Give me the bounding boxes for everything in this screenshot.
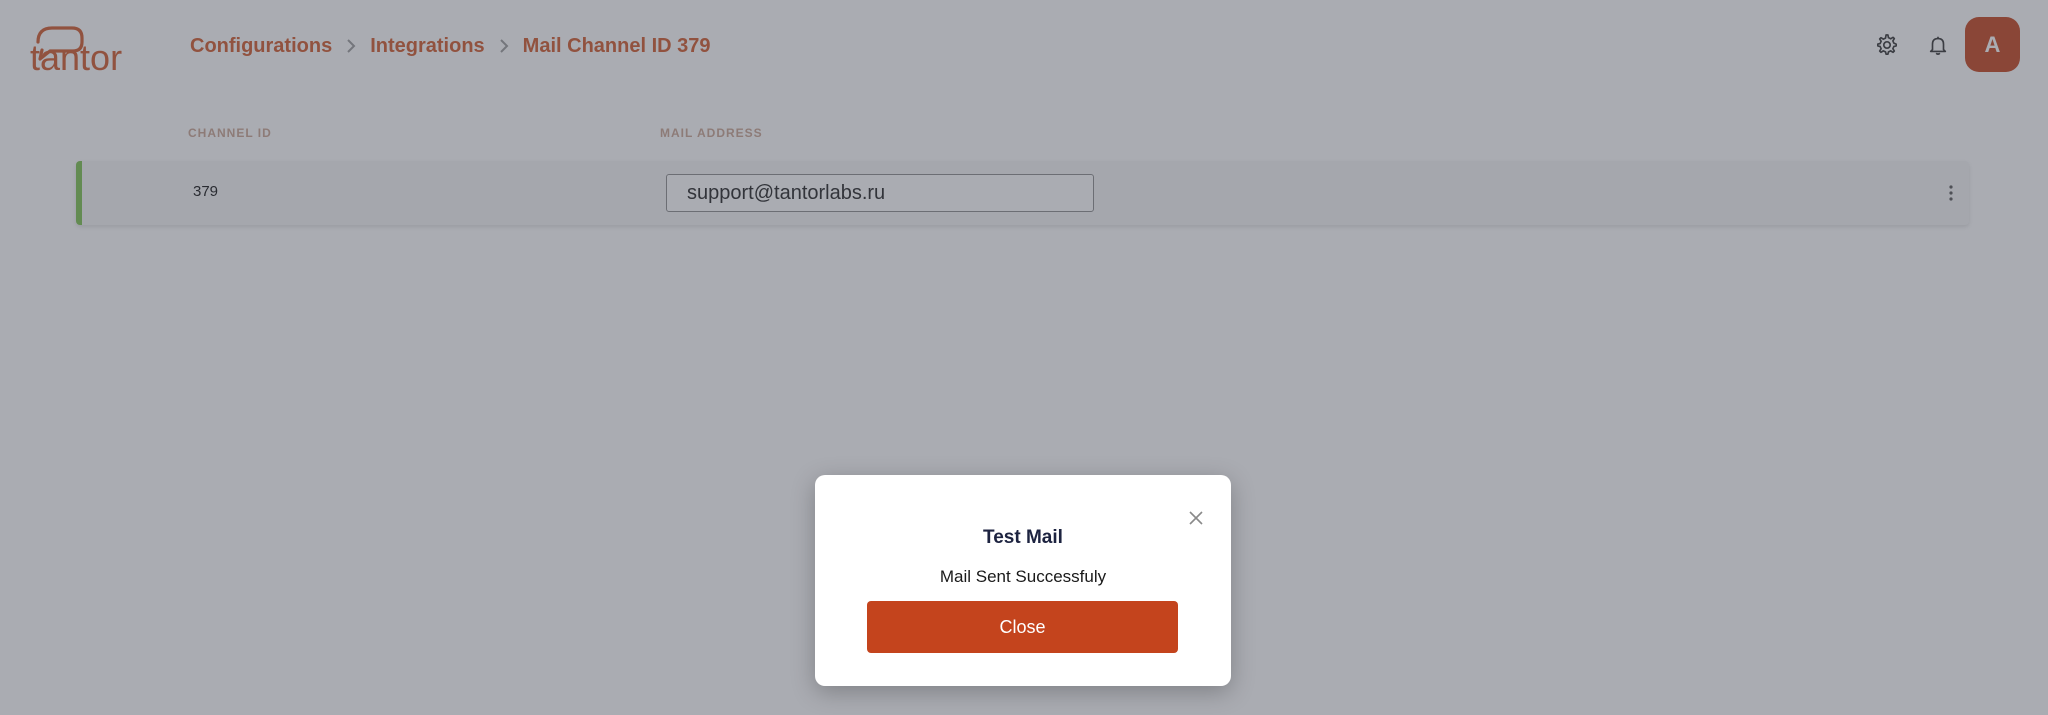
- close-icon[interactable]: [1185, 507, 1207, 529]
- test-mail-dialog: Test Mail Mail Sent Successfuly Close: [815, 475, 1231, 686]
- close-button[interactable]: Close: [867, 601, 1178, 653]
- dialog-message: Mail Sent Successfuly: [939, 567, 1107, 586]
- dialog-title: Test Mail: [983, 527, 1063, 548]
